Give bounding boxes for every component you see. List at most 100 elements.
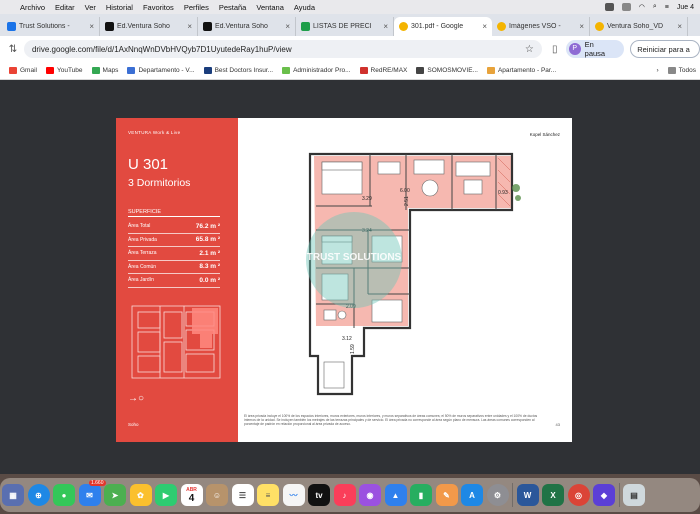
menu-pestana[interactable]: Pestaña bbox=[219, 3, 247, 12]
footnote: El área privada incluye el 100% de los e… bbox=[244, 414, 538, 426]
drive-icon bbox=[497, 22, 506, 31]
contacts-icon[interactable]: ☺ bbox=[206, 484, 228, 506]
tab-imagenes-vso[interactable]: Imágenes VSO - × bbox=[492, 17, 590, 36]
numbers-icon[interactable]: ▮ bbox=[410, 484, 432, 506]
close-icon[interactable]: × bbox=[89, 22, 94, 31]
close-icon[interactable]: × bbox=[187, 22, 192, 31]
address-bar[interactable]: drive.google.com/file/d/1AxNnqWnDVbHVQyb… bbox=[23, 40, 542, 58]
menu-ventana[interactable]: Ventana bbox=[256, 3, 284, 12]
close-icon[interactable]: × bbox=[677, 22, 682, 31]
menu-editar[interactable]: Editar bbox=[55, 3, 75, 12]
control-center-icon[interactable]: ≡ bbox=[665, 4, 669, 11]
menu-favoritos[interactable]: Favoritos bbox=[143, 3, 174, 12]
calendar-icon[interactable]: ABR 4 bbox=[180, 484, 203, 506]
svg-text:TRUST SOLUTIONS: TRUST SOLUTIONS bbox=[307, 252, 402, 263]
desktop-background: ▦ ⊕ ● ✉ 1.660 ➤ ✿ ▶ ABR 4 ☺ ☰ ≡ 〰 tv ♪ ◉ ▲… bbox=[0, 474, 700, 514]
site-icon bbox=[486, 67, 495, 74]
photos-icon[interactable]: ✿ bbox=[129, 484, 152, 506]
site-settings-icon[interactable]: ⇅ bbox=[6, 44, 20, 55]
site-icon bbox=[282, 67, 291, 74]
bookmark-departamento[interactable]: Departamento - V... bbox=[127, 67, 195, 74]
status-app-icon[interactable] bbox=[621, 3, 631, 11]
watermark: TRUST SOLUTIONS bbox=[306, 212, 402, 308]
dock-separator bbox=[618, 483, 620, 507]
reminders-icon[interactable]: ☰ bbox=[231, 484, 254, 506]
close-icon[interactable]: × bbox=[579, 22, 584, 31]
app-icon[interactable]: ◆ bbox=[593, 484, 615, 506]
bookmark-administrador[interactable]: Administrador Pro... bbox=[282, 67, 351, 74]
remax-icon bbox=[127, 67, 136, 74]
tab-trust-solutions[interactable]: Trust Solutions - × bbox=[2, 17, 100, 36]
podcasts-icon[interactable]: ◉ bbox=[359, 484, 381, 506]
tab-ventura-soho-1[interactable]: Ed.Ventura Soho × bbox=[100, 17, 198, 36]
menu-perfiles[interactable]: Perfiles bbox=[184, 3, 209, 12]
maps-icon bbox=[91, 67, 100, 74]
tab-ventura-soho-vd[interactable]: Ventura Soho_VD × bbox=[590, 17, 688, 36]
dim-label: 3.29 bbox=[362, 196, 372, 202]
close-icon[interactable]: × bbox=[285, 22, 290, 31]
close-icon[interactable]: × bbox=[482, 22, 487, 31]
url-text[interactable]: drive.google.com/file/d/1AxNnqWnDVbHVQyb… bbox=[32, 45, 292, 54]
tab-ventura-soho-2[interactable]: Ed.Ventura Soho × bbox=[198, 17, 296, 36]
profile-button[interactable]: P En pausa bbox=[565, 40, 625, 58]
launchpad-icon[interactable]: ▦ bbox=[2, 484, 24, 506]
appletv-icon[interactable]: tv bbox=[308, 484, 330, 506]
dim-label: 3.12 bbox=[342, 336, 352, 342]
bookmark-gmail[interactable]: Gmail bbox=[9, 67, 37, 74]
music-icon[interactable]: ♪ bbox=[333, 484, 356, 506]
bookmark-best-doctors[interactable]: Best Doctors Insur... bbox=[203, 67, 273, 74]
messages-icon[interactable]: ● bbox=[53, 484, 75, 506]
close-icon[interactable]: × bbox=[383, 22, 388, 31]
downloads-icon[interactable]: ▤ bbox=[623, 484, 645, 506]
clock[interactable]: Jue 4 bbox=[677, 4, 694, 11]
mail-badge: 1.660 bbox=[88, 480, 106, 486]
notes-icon[interactable]: ≡ bbox=[257, 484, 279, 506]
restart-button[interactable]: Reiniciar para a bbox=[630, 40, 700, 58]
toolbar: ⇅ drive.google.com/file/d/1AxNnqWnDVbHVQ… bbox=[0, 36, 700, 62]
dock: ▦ ⊕ ● ✉ 1.660 ➤ ✿ ▶ ABR 4 ☺ ☰ ≡ 〰 tv ♪ ◉ ▲… bbox=[0, 478, 700, 512]
search-icon[interactable]: ⌕ bbox=[653, 3, 657, 11]
facetime-icon[interactable]: ▶ bbox=[155, 484, 177, 506]
word-icon[interactable]: W bbox=[516, 484, 539, 506]
sidebar-icon[interactable]: ▯ bbox=[548, 44, 562, 55]
surface-table: Área Total 76.2 m ² Área Privada 65.8 m ² … bbox=[128, 220, 220, 288]
bookmark-somosmovie[interactable]: SOMOSMOVIE... bbox=[416, 67, 478, 74]
pdf-viewer[interactable]: VENTURA Work & Live U 301 3 Dormitorios … bbox=[0, 80, 700, 474]
tab-bar: Trust Solutions - × Ed.Ventura Soho × Ed.… bbox=[0, 14, 700, 36]
menu-ver[interactable]: Ver bbox=[85, 3, 96, 12]
chrome-icon[interactable]: ◎ bbox=[567, 484, 590, 506]
menu-ayuda[interactable]: Ayuda bbox=[294, 3, 315, 12]
panel-logo: Soho bbox=[128, 422, 139, 427]
surface-row: Área Privada 65.8 m ² bbox=[128, 234, 220, 247]
dock-separator bbox=[512, 483, 513, 507]
menu-archivo[interactable]: Archivo bbox=[20, 3, 45, 12]
keynote-icon[interactable]: ▲ bbox=[384, 484, 407, 506]
bookmark-maps[interactable]: Maps bbox=[91, 67, 118, 74]
maps-icon[interactable]: ➤ bbox=[104, 484, 126, 506]
chevron-right-icon: › bbox=[656, 67, 659, 74]
tab-301-pdf[interactable]: 301.pdf - Google × bbox=[394, 17, 492, 36]
tab-listas-precios[interactable]: LISTAS DE PRECI × bbox=[296, 17, 394, 36]
all-bookmarks[interactable]: › Todos bbox=[656, 67, 696, 74]
status-app-icon[interactable] bbox=[604, 3, 614, 11]
freeform-icon[interactable]: 〰 bbox=[282, 484, 305, 506]
tab-favicon bbox=[7, 22, 16, 31]
app-store-icon[interactable]: A bbox=[461, 484, 483, 506]
safari-icon[interactable]: ⊕ bbox=[27, 484, 50, 506]
wifi-icon[interactable]: ◠ bbox=[639, 3, 645, 11]
pages-icon[interactable]: ✎ bbox=[435, 484, 458, 506]
folder-icon bbox=[667, 67, 676, 74]
bookmark-remax[interactable]: RedRE/MAX bbox=[359, 67, 407, 74]
brand-label: VENTURA Work & Live bbox=[128, 130, 181, 135]
bookmark-apartamento[interactable]: Apartamento - Par... bbox=[486, 67, 556, 74]
key-plan-map bbox=[131, 305, 221, 379]
bookmark-youtube[interactable]: YouTube bbox=[45, 67, 83, 74]
excel-icon[interactable]: X bbox=[542, 484, 564, 506]
menu-historial[interactable]: Historial bbox=[106, 3, 133, 12]
gmail-icon bbox=[9, 67, 17, 74]
system-settings-icon[interactable]: ⚙ bbox=[486, 484, 509, 506]
surface-row: Área Jardín 0.0 m ² bbox=[128, 274, 220, 288]
dim-label: 1.59 bbox=[350, 344, 356, 354]
bookmark-star-icon[interactable]: ☆ bbox=[525, 44, 534, 55]
mail-icon[interactable]: ✉ 1.660 bbox=[78, 480, 106, 506]
